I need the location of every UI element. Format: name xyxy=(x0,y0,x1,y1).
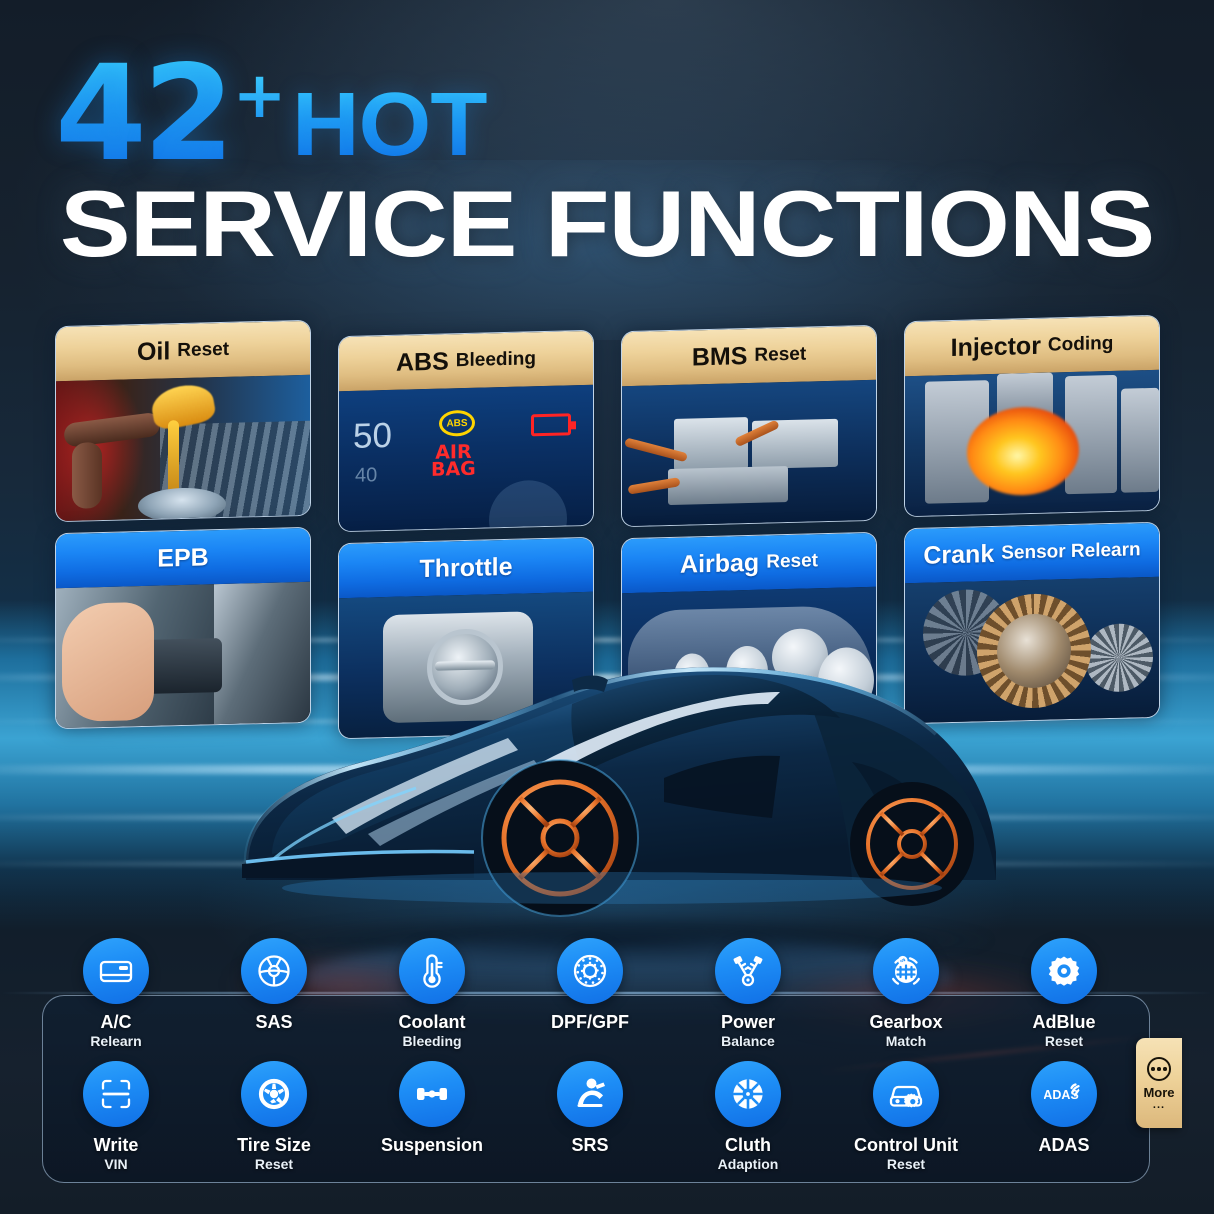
service-icon-coolant[interactable]: Coolant Bleeding xyxy=(363,938,501,1049)
axle-icon xyxy=(399,1061,465,1127)
thermometer-icon xyxy=(399,938,465,1004)
icon-label: Tire Size xyxy=(237,1135,311,1155)
icon-sublabel: Adaption xyxy=(717,1155,779,1172)
service-icon-dpf-gpf[interactable]: DPF/GPF xyxy=(521,938,659,1032)
card-title: Injector xyxy=(950,331,1041,362)
card-header: Throttle xyxy=(339,537,593,599)
icon-label: Gearbox xyxy=(869,1012,943,1032)
service-icon-write[interactable]: Write VIN xyxy=(47,1061,185,1172)
poster-canvas: 42 + HOT SERVICE FUNCTIONS Oil Reset ABS B… xyxy=(0,0,1214,1214)
service-icon-adas[interactable]: ADAS ADAS xyxy=(995,1061,1133,1155)
battery-management-module-photo xyxy=(622,379,876,528)
cog-icon xyxy=(1031,938,1097,1004)
svg-text:R: R xyxy=(901,959,905,965)
card-header: EPB xyxy=(56,527,310,589)
feature-card-injector: Injector Coding xyxy=(904,314,1160,518)
card-header: Injector Coding xyxy=(905,315,1159,377)
page-title: SERVICE FUNCTIONS xyxy=(59,171,1155,276)
icon-sublabel: Reset xyxy=(1044,1032,1084,1049)
seatbelt-occupant-icon xyxy=(557,1061,623,1127)
icon-label: Cluth xyxy=(725,1135,771,1155)
icon-label: SAS xyxy=(255,1012,293,1032)
fuel-injector-combustion-photo xyxy=(905,369,1159,518)
card-title: Throttle xyxy=(419,552,513,583)
icon-sublabel: Relearn xyxy=(90,1032,142,1049)
service-icon-srs[interactable]: SRS xyxy=(521,1061,659,1155)
hot-label: HOT xyxy=(292,75,488,175)
function-count: 42 xyxy=(55,36,235,191)
dashboard-warning-lights-photo: 50 40 ABS AIR BAG xyxy=(339,384,593,533)
card-header: ABS Bleeding xyxy=(339,330,593,392)
service-icon-gearbox[interactable]: R Gearbox Match xyxy=(837,938,975,1049)
icon-label: DPF/GPF xyxy=(550,1012,629,1032)
card-subtitle: Coding xyxy=(1047,332,1114,356)
supercar-illustration xyxy=(242,667,996,917)
card-subtitle: Bleeding xyxy=(455,348,537,372)
oil-pouring-into-engine-photo xyxy=(56,374,310,523)
feature-card-bms: BMS Reset xyxy=(621,324,877,528)
more-tab[interactable]: More ... xyxy=(1136,1038,1182,1128)
icon-sublabel: Reset xyxy=(886,1155,926,1172)
icon-label: Control Unit xyxy=(854,1135,958,1155)
icon-sublabel: VIN xyxy=(104,1155,128,1172)
card-header: BMS Reset xyxy=(622,325,876,387)
icon-label: A/C xyxy=(100,1012,132,1032)
card-subtitle: Reset xyxy=(766,550,818,573)
car-gear-icon xyxy=(873,1061,939,1127)
headline: 42 + HOT SERVICE FUNCTIONS xyxy=(0,44,1214,272)
scan-frame-icon xyxy=(83,1061,149,1127)
more-label: More xyxy=(1143,1085,1175,1101)
service-icon-control-unit[interactable]: Control Unit Reset xyxy=(837,1061,975,1172)
service-icon-adblue[interactable]: AdBlue Reset xyxy=(995,938,1133,1049)
card-subtitle: Reset xyxy=(177,338,230,362)
feature-card-oil: Oil Reset xyxy=(55,319,311,523)
card-header: Oil Reset xyxy=(56,320,310,382)
service-icon-tire-size[interactable]: Tire Size Reset xyxy=(205,1061,343,1172)
card-subtitle: Sensor Relearn xyxy=(1001,539,1141,564)
hero-supercar xyxy=(212,612,1032,1020)
service-icon-sas[interactable]: SAS xyxy=(205,938,343,1032)
card-header: Airbag Reset xyxy=(622,532,876,594)
card-subtitle: Reset xyxy=(754,343,807,366)
ac-panel-icon xyxy=(83,938,149,1004)
card-title: EPB xyxy=(157,542,209,573)
tire-wheel-icon xyxy=(241,1061,307,1127)
card-title: Oil xyxy=(136,336,171,366)
headline-line-1: 42 + HOT xyxy=(0,36,1214,191)
card-title: Airbag xyxy=(680,548,760,579)
icon-label: ADAS xyxy=(1038,1135,1090,1155)
service-icon-power[interactable]: Power Balance xyxy=(679,938,817,1049)
icon-label: Coolant xyxy=(398,1012,466,1032)
service-icon-a-c[interactable]: A/C Relearn xyxy=(47,938,185,1049)
card-header: Crank Sensor Relearn xyxy=(905,522,1159,584)
icon-sublabel: Balance xyxy=(721,1032,775,1049)
card-title: Crank xyxy=(923,539,995,570)
piston-crankshaft-icon xyxy=(715,938,781,1004)
icon-label: Suspension xyxy=(380,1135,483,1155)
more-dots-icon xyxy=(1147,1057,1171,1082)
particulate-filter-icon xyxy=(557,938,623,1004)
icon-sublabel: Reset xyxy=(254,1155,294,1172)
icon-label: Write xyxy=(93,1135,139,1155)
plus-symbol: + xyxy=(232,59,287,133)
card-title: BMS xyxy=(691,341,748,371)
gear-shift-pattern-icon: R xyxy=(873,938,939,1004)
icon-sublabel: Match xyxy=(885,1032,927,1049)
service-icon-suspension[interactable]: Suspension xyxy=(363,1061,501,1155)
icon-label: AdBlue xyxy=(1032,1012,1096,1032)
adas-signal-icon: ADAS xyxy=(1031,1061,1097,1127)
steering-wheel-icon xyxy=(241,938,307,1004)
service-icon-cluth[interactable]: Cluth Adaption xyxy=(679,1061,817,1172)
feature-card-abs: ABS Bleeding 50 40 ABS AIR BAG xyxy=(338,329,594,533)
card-title: ABS xyxy=(395,346,449,377)
icon-sublabel: Bleeding xyxy=(402,1032,462,1049)
service-icons-grid: A/C Relearn SAS Coolant Bleeding DPF/GPF Powe… xyxy=(42,938,1150,1188)
icon-label: Power xyxy=(720,1012,776,1032)
icon-label: SRS xyxy=(571,1135,609,1155)
clutch-disc-icon xyxy=(715,1061,781,1127)
more-ellipsis: ... xyxy=(1152,1099,1166,1112)
